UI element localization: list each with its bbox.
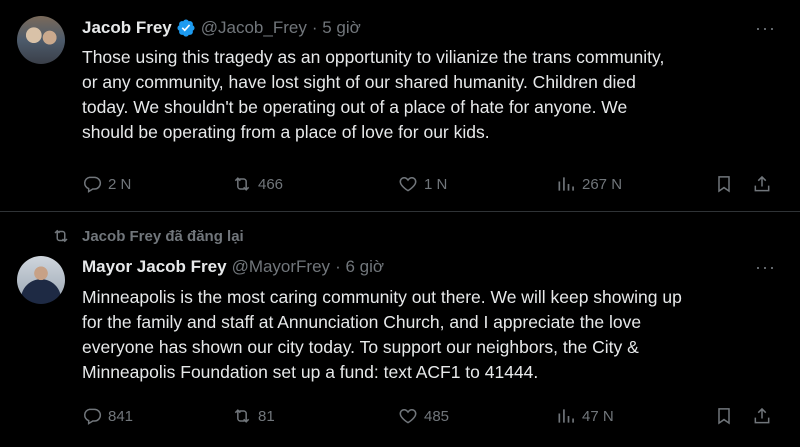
retweet-count: 466 — [258, 175, 284, 193]
repost-indicator[interactable]: Jacob Frey đã đăng lại — [52, 227, 244, 245]
repost-label: Jacob Frey đã đăng lại — [82, 227, 244, 245]
tweet-header: Mayor Jacob Frey @MayorFrey · 6 giờ — [82, 257, 384, 277]
views-button[interactable]: 47 N — [556, 406, 614, 426]
avatar[interactable] — [17, 256, 65, 304]
like-button[interactable]: 1 N — [398, 174, 447, 194]
tweet-text-line: Those using this tragedy as an opportuni… — [82, 47, 665, 67]
like-count: 1 N — [424, 175, 448, 193]
share-button[interactable] — [752, 406, 778, 426]
bookmark-icon — [718, 176, 730, 193]
like-button[interactable]: 485 — [398, 406, 449, 426]
like-icon — [399, 176, 417, 192]
author-name[interactable]: Jacob Frey — [82, 18, 172, 38]
author-handle[interactable]: @MayorFrey — [232, 257, 331, 277]
share-icon — [754, 407, 770, 424]
retweet-button[interactable]: 466 — [232, 174, 283, 194]
views-icon — [558, 409, 574, 423]
tweet-text-line: for the family and staff at Annunciation… — [82, 312, 642, 332]
reply-count: 2 N — [108, 175, 132, 193]
tweet-text-line: Minneapolis Foundation set up a fund: te… — [82, 362, 539, 382]
avatar[interactable] — [17, 16, 65, 64]
action-bar: 2 N 466 1 N 267 N — [82, 174, 782, 198]
share-button[interactable] — [752, 174, 778, 194]
bookmark-button[interactable] — [714, 406, 740, 426]
retweet-icon — [234, 409, 250, 423]
retweet-count: 81 — [258, 407, 275, 425]
tweet-text-line: today. We shouldn't be operating out of … — [82, 97, 628, 117]
reply-icon — [84, 176, 102, 193]
tweet-text: Minneapolis is the most caring community… — [82, 285, 772, 385]
divider — [0, 211, 800, 212]
tweet[interactable]: Jacob Frey @Jacob_Frey · 5 giờ ··· Those… — [0, 0, 800, 212]
tweet-text-line: should be operating from a place of love… — [82, 122, 490, 142]
more-icon[interactable]: ··· — [755, 18, 776, 39]
reply-icon — [84, 408, 102, 425]
more-icon[interactable]: ··· — [755, 257, 776, 278]
like-count: 485 — [424, 407, 450, 425]
verified-badge-icon — [177, 19, 195, 37]
views-count: 267 N — [582, 175, 623, 193]
tweet-text: Those using this tragedy as an opportuni… — [82, 45, 772, 145]
reply-count: 841 — [108, 407, 134, 425]
like-icon — [399, 408, 417, 424]
share-icon — [754, 175, 770, 192]
views-icon — [558, 177, 574, 191]
retweet-icon — [54, 229, 68, 243]
reply-button[interactable]: 2 N — [82, 174, 131, 194]
tweet-header: Jacob Frey @Jacob_Frey · 5 giờ — [82, 18, 361, 38]
timestamp[interactable]: · 5 giờ — [312, 18, 361, 38]
bookmark-icon — [718, 408, 730, 425]
action-bar: 841 81 485 47 N — [82, 406, 782, 430]
retweet-button[interactable]: 81 — [232, 406, 275, 426]
views-button[interactable]: 267 N — [556, 174, 622, 194]
timestamp[interactable]: · 6 giờ — [335, 257, 384, 277]
tweet-text-line: Minneapolis is the most caring community… — [82, 287, 682, 307]
tweet-text-line: or any community, have lost sight of our… — [82, 72, 636, 92]
author-handle[interactable]: @Jacob_Frey — [201, 18, 307, 38]
bookmark-button[interactable] — [714, 174, 740, 194]
views-count: 47 N — [582, 407, 614, 425]
tweet-text-line: everyone has shown our city today. To su… — [82, 337, 639, 357]
retweet-icon — [234, 177, 250, 191]
reply-button[interactable]: 841 — [82, 406, 133, 426]
author-name[interactable]: Mayor Jacob Frey — [82, 257, 227, 277]
